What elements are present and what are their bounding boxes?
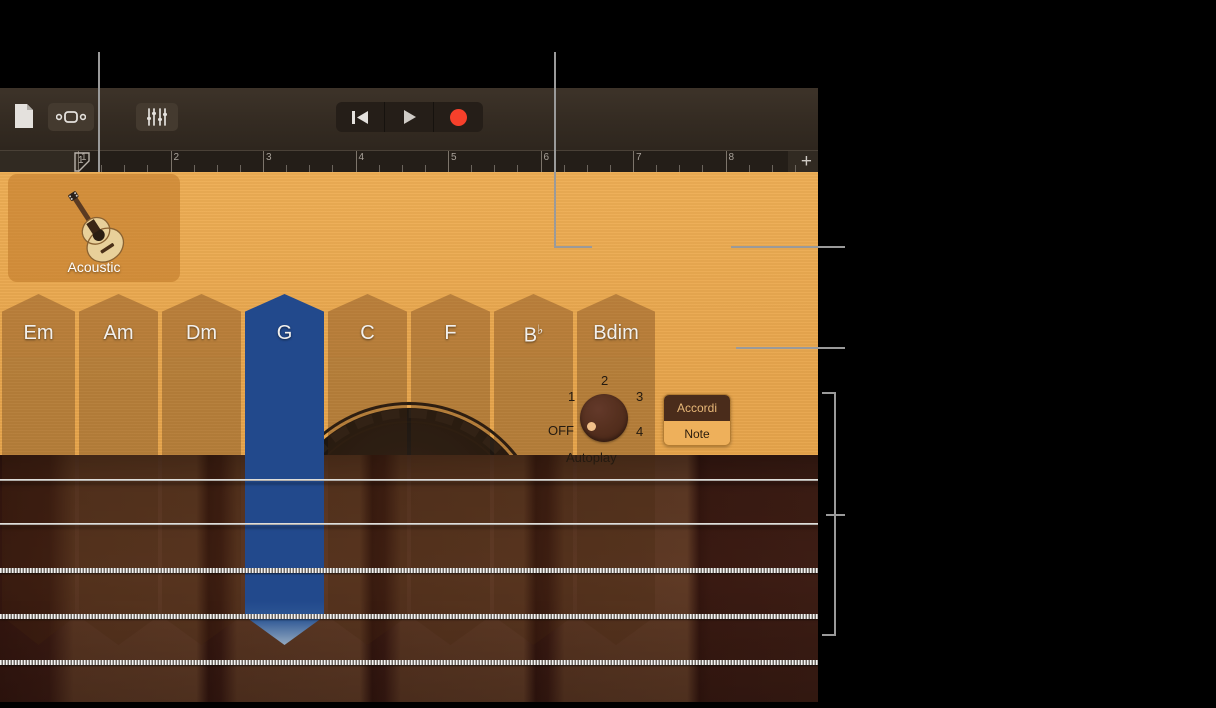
callout-line-autoplay-vertical (554, 52, 556, 248)
playhead-marker[interactable]: 1 (74, 152, 90, 172)
ruler-bar-number: 4 (356, 152, 365, 163)
ruler-beat-tick (587, 165, 588, 172)
rewind-button[interactable] (336, 102, 385, 132)
chord-name-label: Bdim (575, 322, 657, 345)
ruler-beat-tick (240, 165, 241, 172)
toolbar: ? (0, 88, 818, 150)
ruler-bar-number: 6 (541, 152, 550, 163)
transport-controls (336, 102, 483, 132)
svg-text:1: 1 (78, 155, 84, 166)
strings-layer (0, 455, 818, 708)
play-button[interactable] (385, 102, 434, 132)
chord-name-label: B♭ (492, 322, 575, 348)
ruler-bar-number: 5 (448, 152, 457, 163)
guitar-string[interactable] (0, 660, 818, 665)
garageband-window: ? 1 2 3 4 5 6 7 8 1 + (0, 88, 818, 708)
ruler-beat-tick (517, 165, 518, 172)
instrument-name-label: Acoustic (8, 259, 180, 275)
popup-item-accordi[interactable]: Accordi (664, 395, 730, 421)
guitar-string[interactable] (0, 479, 818, 481)
chord-name-label: C (326, 322, 409, 345)
ruler-beat-tick (309, 165, 310, 172)
ruler-beat-tick (217, 165, 218, 172)
ruler-beat-tick (425, 165, 426, 172)
string-shadow (0, 482, 818, 485)
add-track-button[interactable]: + (801, 153, 812, 171)
string-shadow (0, 526, 818, 529)
ruler-beat-tick (332, 165, 333, 172)
chord-name-label: Am (77, 322, 160, 345)
ruler-beat-tick (494, 165, 495, 172)
ruler-beat-tick (656, 165, 657, 172)
guitar-string[interactable] (0, 523, 818, 525)
ruler-beat-tick (286, 165, 287, 172)
guitar-instrument-panel: Acoustic OFF 1 2 3 4 Autoplay Accordi No… (0, 172, 818, 708)
ruler-bar-number: 7 (633, 152, 642, 163)
ruler-beat-tick (749, 165, 750, 172)
acoustic-guitar-icon (44, 186, 144, 264)
ruler-beat-tick (194, 165, 195, 172)
chords-notes-popup: Accordi Note (663, 394, 731, 446)
ruler-beat-tick (471, 165, 472, 172)
autoplay-label-4[interactable]: 4 (636, 424, 643, 439)
autoplay-label-2[interactable]: 2 (601, 373, 608, 388)
callout-line-popup (731, 246, 845, 248)
document-icon[interactable] (14, 103, 34, 129)
ruler-beat-tick (124, 165, 125, 172)
autoplay-label-3[interactable]: 3 (636, 389, 643, 404)
track-controls-icon[interactable] (136, 103, 178, 131)
chord-name-label: Em (0, 322, 77, 345)
ruler-beat-tick (101, 165, 102, 172)
ruler-beat-tick (147, 165, 148, 172)
callout-bracket-strings (822, 392, 836, 636)
record-dot-icon (450, 109, 467, 126)
ruler-bar-number: 3 (263, 152, 272, 163)
ruler-beat-tick (402, 165, 403, 172)
ruler-beat-tick (772, 165, 773, 172)
ruler-background (78, 151, 788, 172)
record-button[interactable] (434, 102, 483, 132)
chord-name-label: F (409, 322, 492, 345)
autoplay-label-off[interactable]: OFF (548, 423, 574, 438)
ruler-bar-number: 8 (726, 152, 735, 163)
autoplay-label-1[interactable]: 1 (568, 389, 575, 404)
ruler-beat-tick (564, 165, 565, 172)
autoplay-knob-indicator (587, 422, 596, 431)
popup-item-note[interactable]: Note (664, 421, 730, 446)
ruler-beat-tick (679, 165, 680, 172)
guitar-string[interactable] (0, 568, 818, 573)
callout-line-playhead (98, 52, 100, 172)
ruler-beat-tick (610, 165, 611, 172)
chord-name-label: Dm (160, 322, 243, 345)
loop-browser-icon[interactable] (48, 103, 94, 131)
window-bottom-edge (0, 702, 818, 708)
ruler-beat-tick (379, 165, 380, 172)
callout-line-chords (736, 347, 845, 349)
ruler-bar-number: 2 (171, 152, 180, 163)
guitar-string[interactable] (0, 614, 818, 619)
callout-line-autoplay-horizontal (554, 246, 592, 248)
autoplay-knob[interactable] (580, 394, 628, 442)
instrument-selector-tile[interactable]: Acoustic (8, 174, 180, 282)
ruler-beat-tick (795, 165, 796, 172)
timeline-ruler[interactable]: 12345678 1 + (0, 150, 818, 172)
chord-name-label: G (243, 322, 326, 345)
ruler-beat-tick (702, 165, 703, 172)
